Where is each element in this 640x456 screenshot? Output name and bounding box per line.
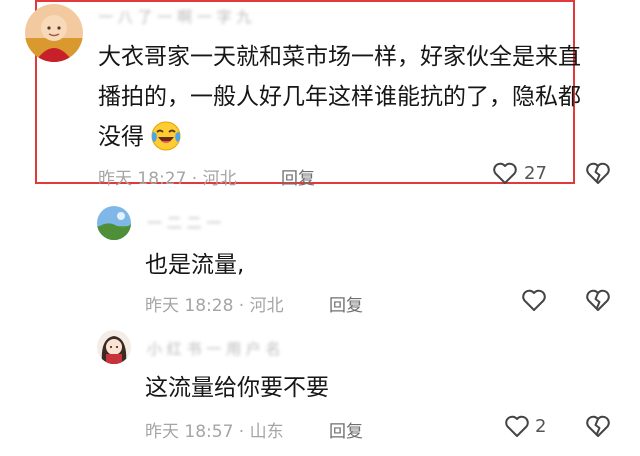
- like-count: 2: [535, 416, 547, 437]
- heart-icon[interactable]: [521, 288, 547, 312]
- comment-time-location: 昨天 18:27 · 河北: [98, 169, 237, 189]
- comment-1: 一 八 了 一 啊 一 字 九 大衣哥家一天就和菜市场一样，好家伙全是来直 播拍…: [0, 0, 640, 190]
- monk-avatar-image: [25, 4, 83, 62]
- comment-reply-2: 小 红 书 一 用 户 名 这流量给你要不要 昨天 18:57 · 山东 回复 …: [0, 325, 640, 456]
- avatar[interactable]: [97, 330, 131, 364]
- avatar[interactable]: [97, 206, 131, 240]
- comment-text: 这流量给你要不要: [145, 375, 329, 401]
- like-count: 27: [524, 163, 547, 184]
- broken-heart-icon[interactable]: [585, 161, 611, 185]
- username[interactable]: 一 八 了 一 啊 一 字 九: [98, 6, 251, 27]
- comment-text-line: 大衣哥家一天就和菜市场一样，好家伙全是来直: [98, 44, 581, 70]
- reply-button[interactable]: 回复: [329, 417, 363, 442]
- comment-time-location: 昨天 18:28 · 河北: [145, 296, 284, 316]
- reply-button[interactable]: 回复: [329, 291, 363, 316]
- heart-icon[interactable]: [492, 161, 518, 185]
- username[interactable]: 小 红 书 一 用 户 名: [147, 338, 281, 359]
- laughing-crying-emoji-icon: [150, 120, 182, 156]
- reply-button[interactable]: 回复: [281, 164, 315, 189]
- avatar[interactable]: [25, 4, 83, 62]
- landscape-avatar-image: [97, 206, 131, 240]
- girl-avatar-image: [97, 330, 131, 364]
- broken-heart-icon[interactable]: [585, 414, 611, 438]
- heart-icon[interactable]: [504, 414, 530, 438]
- comment-text-line: 没得: [98, 124, 144, 150]
- comment-reply-1: 一 二 二 一 也是流量, 昨天 18:28 · 河北 回复: [0, 195, 640, 320]
- comment-text: 也是流量,: [145, 252, 245, 278]
- username[interactable]: 一 二 二 一: [147, 212, 221, 233]
- comment-time-location: 昨天 18:57 · 山东: [145, 422, 284, 442]
- broken-heart-icon[interactable]: [585, 288, 611, 312]
- comment-text-line: 播拍的，一般人好几年这样谁能抗的了，隐私都: [98, 84, 581, 110]
